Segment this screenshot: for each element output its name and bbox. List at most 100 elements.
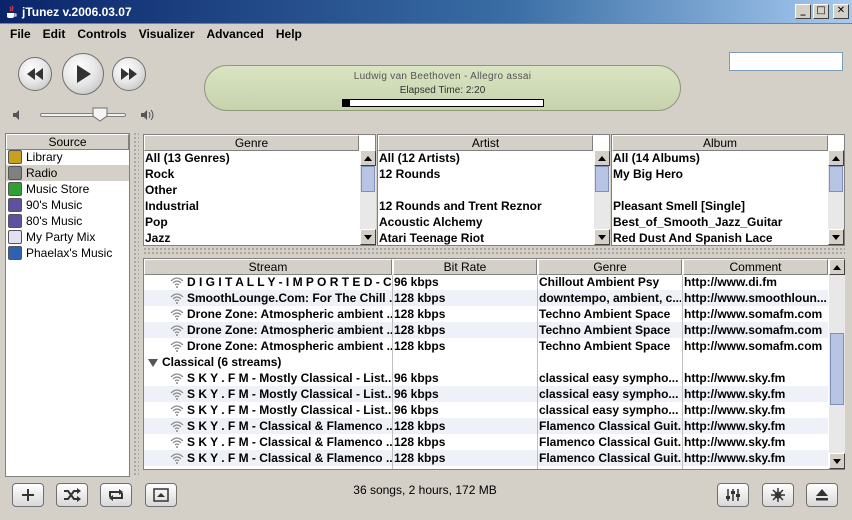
source-item[interactable]: Phaelax's Music — [6, 245, 129, 261]
scroll-up-button[interactable] — [829, 259, 845, 275]
album-list-item[interactable] — [613, 182, 825, 198]
genre-list-item[interactable]: All (13 Genres) — [145, 150, 357, 166]
genre-list-item[interactable]: Jazz — [145, 230, 357, 246]
genre-list-item[interactable]: Pop — [145, 214, 357, 230]
table-row[interactable]: D I G I T A L L Y - I M P O R T E D - C.… — [144, 274, 828, 290]
volume-slider[interactable] — [40, 113, 126, 117]
menu-help[interactable]: Help — [270, 27, 308, 41]
genre-list-item[interactable]: Industrial — [145, 198, 357, 214]
horizontal-splitter[interactable] — [143, 247, 845, 255]
album-header[interactable]: Album — [612, 135, 828, 151]
track-progress-bar[interactable] — [342, 99, 544, 107]
artist-scrollbar[interactable] — [594, 150, 610, 245]
scroll-up-button[interactable] — [360, 150, 376, 166]
scroll-thumb[interactable] — [830, 333, 844, 405]
visualizer-button[interactable] — [762, 483, 794, 507]
scroll-up-button[interactable] — [828, 150, 844, 166]
menu-file[interactable]: File — [4, 27, 37, 41]
source-item[interactable]: 90's Music — [6, 197, 129, 213]
table-row[interactable]: S K Y . F M - Mostly Classical - List...… — [144, 370, 828, 386]
source-item[interactable]: 80's Music — [6, 213, 129, 229]
group-row[interactable]: Classical (6 streams) — [144, 354, 828, 370]
scroll-thumb[interactable] — [829, 166, 843, 192]
genre-header[interactable]: Genre — [144, 135, 359, 151]
menu-advanced[interactable]: Advanced — [201, 27, 270, 41]
eject-button[interactable] — [806, 483, 838, 507]
scroll-thumb[interactable] — [361, 166, 375, 192]
play-button[interactable] — [62, 53, 104, 95]
artist-list-item[interactable] — [379, 182, 591, 198]
album-list-item[interactable]: My Big Hero — [613, 166, 825, 182]
volume-thumb[interactable] — [92, 107, 108, 122]
table-row[interactable]: Drone Zone: Atmospheric ambient ... 128 k… — [144, 322, 828, 338]
source-item-label: Radio — [26, 166, 58, 180]
artist-list-item[interactable]: Atari Teenage Riot — [379, 230, 591, 246]
previous-button[interactable] — [18, 57, 52, 91]
table-row[interactable]: SmoothLounge.Com: For The Chill ... 128 k… — [144, 290, 828, 306]
stream-signal-icon — [170, 389, 184, 400]
source-item[interactable]: Library — [6, 149, 129, 165]
menu-controls[interactable]: Controls — [71, 27, 132, 41]
maximize-button[interactable]: □ — [813, 4, 829, 19]
menu-edit[interactable]: Edit — [37, 27, 72, 41]
track-progress-fill — [343, 100, 350, 106]
table-row[interactable]: Drone Zone: Atmospheric ambient ... 128 k… — [144, 306, 828, 322]
stream-signal-icon — [170, 437, 184, 448]
album-scrollbar[interactable] — [828, 150, 844, 245]
now-playing-display: Ludwig van Beethoven - Allegro assai Ela… — [204, 65, 681, 111]
close-button[interactable]: ✕ — [833, 4, 849, 19]
bitrate-header[interactable]: Bit Rate — [393, 259, 537, 275]
source-item[interactable]: Radio — [6, 165, 129, 181]
next-button[interactable] — [112, 57, 146, 91]
source-item-label: 80's Music — [26, 214, 83, 228]
table-row[interactable]: S K Y . F M - Mostly Classical - List...… — [144, 402, 828, 418]
minimize-button[interactable]: _ — [795, 4, 811, 19]
table-row[interactable]: Drone Zone: Atmospheric ambient ... 128 k… — [144, 338, 828, 354]
menu-visualizer[interactable]: Visualizer — [133, 27, 201, 41]
scroll-down-button[interactable] — [828, 229, 844, 245]
source-item[interactable]: Music Store — [6, 181, 129, 197]
artist-list-item[interactable]: Acoustic Alchemy — [379, 214, 591, 230]
table-row[interactable]: S K Y . F M - Classical & Flamenco ... 12… — [144, 434, 828, 450]
stream-scrollbar[interactable] — [829, 259, 845, 469]
vertical-splitter[interactable] — [133, 132, 139, 477]
album-list-item[interactable]: All (14 Albums) — [613, 150, 825, 166]
comment-cell: http://www.somafm.com — [684, 307, 823, 321]
show-artwork-button[interactable] — [145, 483, 177, 507]
genre-cell: downtempo, ambient, c... — [539, 291, 681, 305]
source-item[interactable]: My Party Mix — [6, 229, 129, 245]
title-bar: jTunez v.2006.03.07 _ □ ✕ — [0, 0, 852, 24]
artist-list-item[interactable]: 12 Rounds and Trent Reznor — [379, 198, 591, 214]
scroll-up-button[interactable] — [594, 150, 610, 166]
genre-list-item[interactable]: Rock — [145, 166, 357, 182]
stream-header[interactable]: Stream — [144, 259, 392, 275]
scroll-down-button[interactable] — [594, 229, 610, 245]
genre-column-header[interactable]: Genre — [538, 259, 682, 275]
disclosure-triangle-icon[interactable] — [148, 358, 158, 367]
equalizer-button[interactable] — [717, 483, 749, 507]
scroll-down-button[interactable] — [829, 453, 845, 469]
table-row[interactable]: S K Y . F M - Mostly Classical - List...… — [144, 386, 828, 402]
album-list-item[interactable]: Red Dust And Spanish Lace — [613, 230, 825, 246]
table-row[interactable]: S K Y . F M - Classical & Flamenco ... 12… — [144, 450, 828, 466]
add-playlist-button[interactable] — [12, 483, 44, 507]
artist-list-item[interactable]: 12 Rounds — [379, 166, 591, 182]
album-list-item[interactable]: Pleasant Smell [Single] — [613, 198, 825, 214]
arrow-up-icon — [364, 155, 372, 161]
artist-list-item[interactable]: All (12 Artists) — [379, 150, 591, 166]
scroll-thumb[interactable] — [595, 166, 609, 192]
table-row[interactable]: S K Y . F M - Classical & Flamenco ... 12… — [144, 418, 828, 434]
comment-header[interactable]: Comment — [683, 259, 828, 275]
genre-scrollbar[interactable] — [360, 150, 376, 245]
genre-list-item[interactable]: Other — [145, 182, 357, 198]
shuffle-button[interactable] — [56, 483, 88, 507]
repeat-button[interactable] — [100, 483, 132, 507]
stream-cell: S K Y . F M - Mostly Classical - List... — [187, 403, 392, 417]
search-input[interactable] — [729, 52, 843, 71]
scroll-down-button[interactable] — [360, 229, 376, 245]
album-list-item[interactable]: Best_of_Smooth_Jazz_Guitar — [613, 214, 825, 230]
arrow-down-icon — [364, 234, 372, 240]
bitrate-cell: 128 kbps — [394, 435, 446, 449]
artist-header[interactable]: Artist — [378, 135, 593, 151]
source-header[interactable]: Source — [6, 134, 129, 150]
